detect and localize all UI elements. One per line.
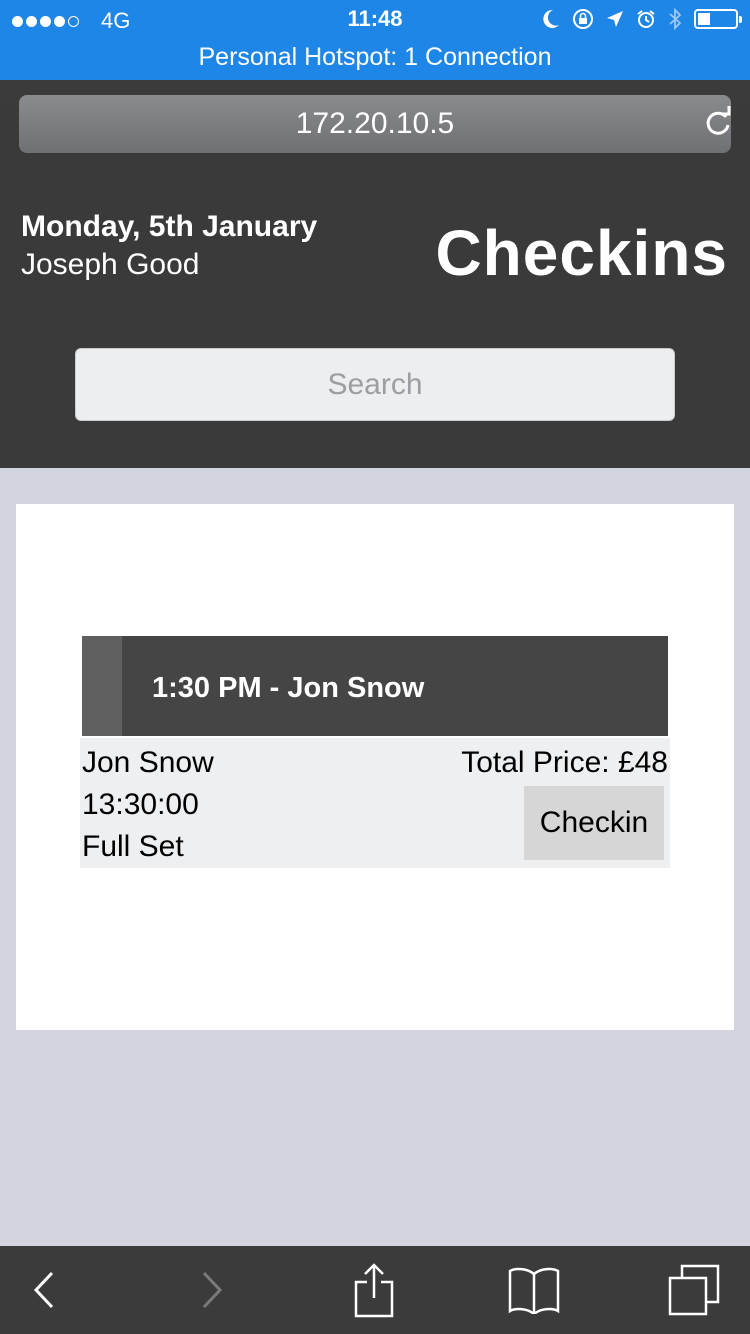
chevron-left-icon <box>33 1271 54 1309</box>
back-button[interactable] <box>4 1246 84 1334</box>
chevron-right-icon <box>202 1271 223 1309</box>
appointment-stripe <box>82 636 122 736</box>
hotspot-banner[interactable]: Personal Hotspot: 1 Connection <box>0 43 750 72</box>
search-input[interactable] <box>75 348 675 421</box>
tabs-button[interactable] <box>654 1246 734 1334</box>
status-icons <box>542 8 742 30</box>
tabs-icon <box>668 1264 720 1316</box>
appointment-heading: 1:30 PM - Jon Snow <box>152 672 425 704</box>
book-icon <box>508 1267 560 1314</box>
rotation-lock-icon <box>573 9 593 29</box>
address-bar[interactable]: 172.20.10.5 <box>19 95 731 153</box>
alarm-icon <box>637 10 655 28</box>
appointment-header: 1:30 PM - Jon Snow <box>82 636 668 736</box>
page-header: Monday, 5th January Joseph Good Checkins <box>0 160 750 468</box>
appointment-details: Jon Snow 13:30:00 Full Set Total Price: … <box>80 738 670 868</box>
browser-toolbar <box>0 1246 750 1334</box>
checkin-button[interactable]: Checkin <box>524 786 664 860</box>
browser-address-area: 172.20.10.5 <box>0 80 750 160</box>
client-name: Jon Snow <box>82 746 214 779</box>
share-button[interactable] <box>334 1246 414 1334</box>
forward-button[interactable] <box>172 1246 252 1334</box>
total-price: Total Price: £48 <box>461 746 668 779</box>
reload-icon[interactable] <box>704 95 734 153</box>
page-title: Checkins <box>435 217 728 289</box>
bookmarks-button[interactable] <box>494 1246 574 1334</box>
share-icon <box>354 1263 394 1318</box>
status-bar: 4G 11:48 Personal Hotspot: 1 Connection <box>0 0 750 80</box>
bluetooth-icon <box>669 8 682 30</box>
battery-icon <box>694 9 742 29</box>
service-name: Full Set <box>82 830 184 863</box>
moon-icon <box>543 9 559 28</box>
user-name: Joseph Good <box>21 248 200 281</box>
date-label: Monday, 5th January <box>21 210 318 243</box>
appointment-time: 13:30:00 <box>82 788 199 821</box>
appointments-card: 1:30 PM - Jon Snow Jon Snow 13:30:00 Ful… <box>16 504 734 1030</box>
location-icon <box>607 11 623 27</box>
